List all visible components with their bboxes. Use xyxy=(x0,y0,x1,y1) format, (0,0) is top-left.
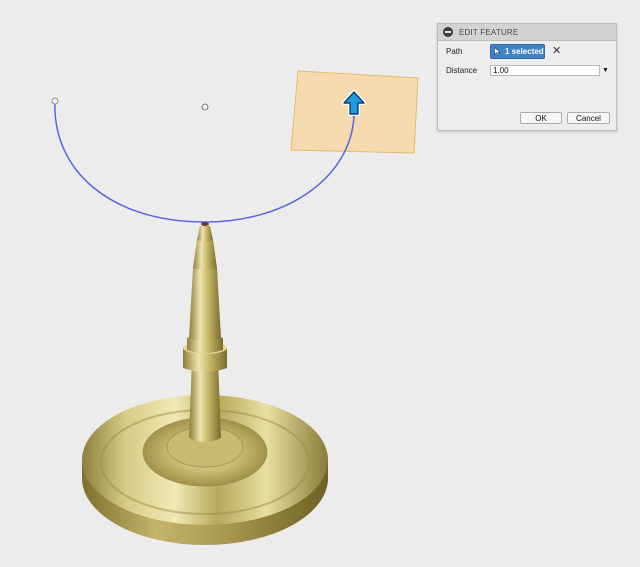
dropdown-icon[interactable]: ▼ xyxy=(602,67,609,74)
ok-button[interactable]: OK xyxy=(520,112,562,124)
arc-center-point[interactable] xyxy=(201,103,209,111)
collapse-icon[interactable] xyxy=(443,27,453,37)
clear-icon[interactable]: ✕ xyxy=(552,46,561,57)
distance-row: Distance ▼ xyxy=(446,65,609,76)
distance-label: Distance xyxy=(446,66,478,75)
cancel-button[interactable]: Cancel xyxy=(567,112,610,124)
path-start-point[interactable] xyxy=(51,97,59,105)
panel-header: EDIT FEATURE xyxy=(438,24,616,41)
distance-field[interactable] xyxy=(490,65,600,76)
panel-title: EDIT FEATURE xyxy=(459,27,519,37)
cursor-icon xyxy=(494,47,501,56)
path-selection-label: 1 selected xyxy=(505,47,544,56)
path-label: Path xyxy=(446,47,463,56)
edit-feature-panel: EDIT FEATURE Path 1 selected ✕ Distance … xyxy=(437,23,617,131)
path-row: Path 1 selected ✕ xyxy=(446,44,561,59)
path-selection-button[interactable]: 1 selected xyxy=(490,44,545,59)
